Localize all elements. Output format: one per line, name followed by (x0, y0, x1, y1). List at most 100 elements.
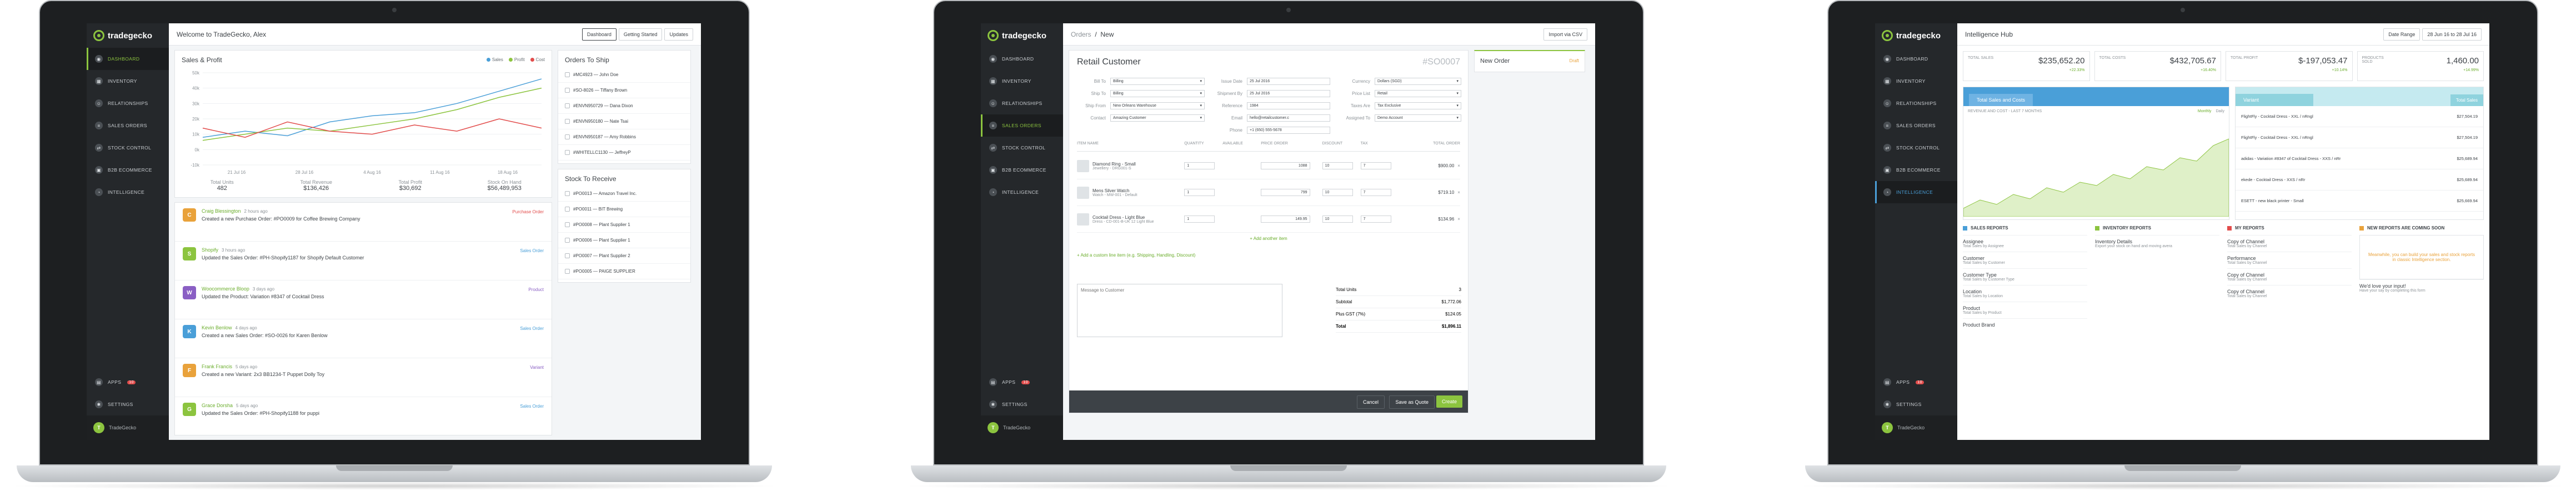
field-input[interactable]: Dollars (SGD) ▾ (1375, 77, 1461, 85)
feed-item[interactable]: F Frank Francis 5 days ago Created a new Va… (175, 358, 552, 397)
sidebar-item-apps[interactable]: ▤ Apps 10 (87, 371, 169, 393)
order-to-ship-item[interactable]: #ENVN950180 — Nate Tsai (558, 114, 690, 129)
sidebar-item-dashboard[interactable]: ◉ Dashboard (1875, 48, 1957, 70)
report-link[interactable]: Location Total Sales by Location (1963, 285, 2087, 302)
checkbox[interactable] (565, 222, 570, 227)
field-input[interactable]: 25 Jul 2016 (1247, 89, 1330, 97)
line-tax-input[interactable]: 7 (1360, 216, 1391, 223)
sidebar-item-sales-orders[interactable]: ≡ Sales Orders (1875, 114, 1957, 137)
line-tax-input[interactable]: 7 (1360, 189, 1391, 196)
line-price-input[interactable]: 149.95 (1261, 216, 1310, 223)
sidebar-item-settings[interactable]: ✱ Settings (87, 393, 169, 415)
checkbox[interactable] (565, 191, 570, 196)
sidebar-item-b2b[interactable]: ▣ B2B Ecommerce (1875, 159, 1957, 181)
create-button[interactable]: Create (1436, 395, 1462, 408)
sidebar-item-intelligence[interactable]: ◔ Intelligence (981, 181, 1063, 203)
user-menu[interactable]: T TradeGecko (87, 415, 169, 440)
legend-sales[interactable]: Sales (486, 57, 503, 62)
report-link[interactable]: Meanwhile, you can build your sales and … (2359, 235, 2484, 279)
field-input[interactable]: Amazing Customer ▾ (1110, 114, 1205, 122)
sidebar-item-b2b[interactable]: ▣ B2B Ecommerce (87, 159, 169, 181)
logo[interactable]: tradegecko (87, 23, 169, 48)
customer-message-textarea[interactable] (1077, 284, 1282, 337)
kpi-card[interactable]: Products Sold 1,460.00 +14.99% (2357, 51, 2484, 81)
field-input[interactable]: Billing ▾ (1110, 77, 1205, 85)
checkbox[interactable] (565, 238, 570, 243)
updates-button[interactable]: Updates (664, 28, 693, 41)
line-item-product[interactable]: Diamond Ring - Small Jewellery - DRG001-S (1077, 159, 1184, 172)
sidebar-item-intelligence[interactable]: ◔ Intelligence (1875, 181, 1957, 203)
feed-author[interactable]: Craig Blessington (202, 208, 241, 214)
variant-row[interactable]: FlightFly - Cocktail Dress - XXL / nRngl… (2236, 106, 2483, 127)
checkbox[interactable] (565, 72, 570, 77)
checkbox[interactable] (565, 88, 570, 93)
line-qty-input[interactable]: 1 (1184, 216, 1215, 223)
feed-author[interactable]: Frank Francis (202, 364, 232, 369)
feed-item[interactable]: C Craig Blessington 2 hours ago Created a n… (175, 203, 552, 242)
checkbox[interactable] (565, 253, 570, 258)
checkbox[interactable] (565, 150, 570, 155)
line-price-input[interactable]: 1088 (1261, 162, 1310, 169)
customer-name[interactable]: Retail Customer (1077, 57, 1141, 67)
line-qty-input[interactable]: 1 (1184, 162, 1215, 169)
line-qty-input[interactable]: 1 (1184, 189, 1215, 196)
order-to-ship-item[interactable]: #ENVN950729 — Dana Dixon (558, 98, 690, 114)
report-link[interactable]: Customer Total Sales by Customer (1963, 252, 2087, 268)
report-link[interactable]: Inventory Details Export your stock on ha… (2095, 235, 2219, 252)
sidebar-item-sales-orders[interactable]: ≡ Sales Orders (87, 114, 169, 137)
feed-author[interactable]: Kevin Benlow (202, 325, 232, 330)
sidebar-item-settings[interactable]: ✱ Settings (1875, 393, 1957, 415)
remove-line-icon[interactable]: × (1457, 163, 1460, 168)
field-input[interactable]: Retail ▾ (1375, 89, 1461, 97)
variant-row[interactable]: adidas - Variation #8347 of Cocktail Dre… (2236, 148, 2483, 169)
sidebar-item-apps[interactable]: ▤ Apps 10 (1875, 371, 1957, 393)
sidebar-item-relationships[interactable]: ☺ Relationships (1875, 92, 1957, 114)
report-link[interactable]: Copy of Channel Total Sales by Channel (2227, 285, 2352, 302)
sidebar-item-dashboard[interactable]: ◉ Dashboard (981, 48, 1063, 70)
tab-sales-costs[interactable]: Total Sales and Costs (1969, 94, 2033, 106)
order-to-ship-item[interactable]: #WHITELLC1130 — JeffreyP (558, 145, 690, 161)
order-to-ship-item[interactable]: #ENVN950187 — Amy Robbins (558, 129, 690, 145)
series-line-cost[interactable] (202, 118, 542, 138)
report-link[interactable]: Copy of Channel Total Sales by Channel (2227, 268, 2352, 285)
field-input[interactable]: Billing ▾ (1110, 89, 1205, 97)
legend-profit[interactable]: Profit (508, 57, 525, 62)
legend-cost[interactable]: Cost (530, 57, 545, 62)
sidebar-item-stock-control[interactable]: ⇄ Stock Control (981, 137, 1063, 159)
line-price-input[interactable]: 799 (1261, 189, 1310, 196)
sidebar-item-inventory[interactable]: ▦ Inventory (981, 70, 1063, 92)
field-input[interactable]: New Orleans Warehouse ▾ (1110, 102, 1205, 109)
feed-item[interactable]: S Shopify 3 hours ago Updated the Sales Ord… (175, 242, 552, 280)
add-custom-line-link[interactable]: + Add a custom line item (e.g. Shipping,… (1077, 253, 1195, 258)
sidebar-item-dashboard[interactable]: ◉ Dashboard (87, 48, 169, 70)
add-item-link[interactable]: + Add another item (1069, 236, 1468, 241)
variant-row[interactable]: ekede - Cocktail Dress - XXS / nRr $25,68… (2236, 169, 2483, 191)
field-input[interactable]: 1984 (1247, 102, 1330, 109)
remove-line-icon[interactable]: × (1457, 190, 1460, 195)
stock-to-receive-item[interactable]: #PO0008 — Plant Supplier 1 (558, 217, 690, 233)
report-link[interactable]: Customer Type Total Sales by Customer Typ… (1963, 268, 2087, 285)
stock-to-receive-item[interactable]: #PO0005 — PAIGE SUPPLIER (558, 264, 690, 279)
series-line-profit[interactable] (202, 87, 542, 141)
field-input[interactable]: hello@retailcustomer.c (1247, 114, 1330, 122)
line-disc-input[interactable]: 10 (1322, 162, 1353, 169)
sidebar-item-inventory[interactable]: ▦ Inventory (1875, 70, 1957, 92)
report-link[interactable]: Product Brand (1963, 318, 2087, 331)
order-to-ship-item[interactable]: #MC4923 — John Doe (558, 67, 690, 83)
tab-variant[interactable]: Variant (2236, 94, 2313, 106)
series-line-sales[interactable] (202, 78, 542, 138)
sidebar-item-intelligence[interactable]: ◔ Intelligence (87, 181, 169, 203)
feed-author[interactable]: Grace Dorsha (202, 403, 233, 408)
revenue-area[interactable] (1963, 138, 2229, 217)
checkbox[interactable] (565, 103, 570, 108)
field-input[interactable]: +1 (650) 555-5678 (1247, 126, 1330, 134)
kpi-card[interactable]: Total Sales $235,652.20 +22.33% (1963, 51, 2090, 81)
getting-started-button[interactable]: Getting Started (618, 28, 663, 41)
line-disc-input[interactable]: 10 (1322, 216, 1353, 223)
tab-variant-total[interactable]: Total Sales (2450, 94, 2483, 106)
sidebar-item-b2b[interactable]: ▣ B2B Ecommerce (981, 159, 1063, 181)
line-tax-input[interactable]: 7 (1360, 162, 1391, 169)
logo[interactable]: tradegecko (1875, 23, 1957, 48)
report-link[interactable]: Copy of Channel Total Sales by Channel (2227, 235, 2352, 252)
remove-line-icon[interactable]: × (1457, 217, 1460, 222)
